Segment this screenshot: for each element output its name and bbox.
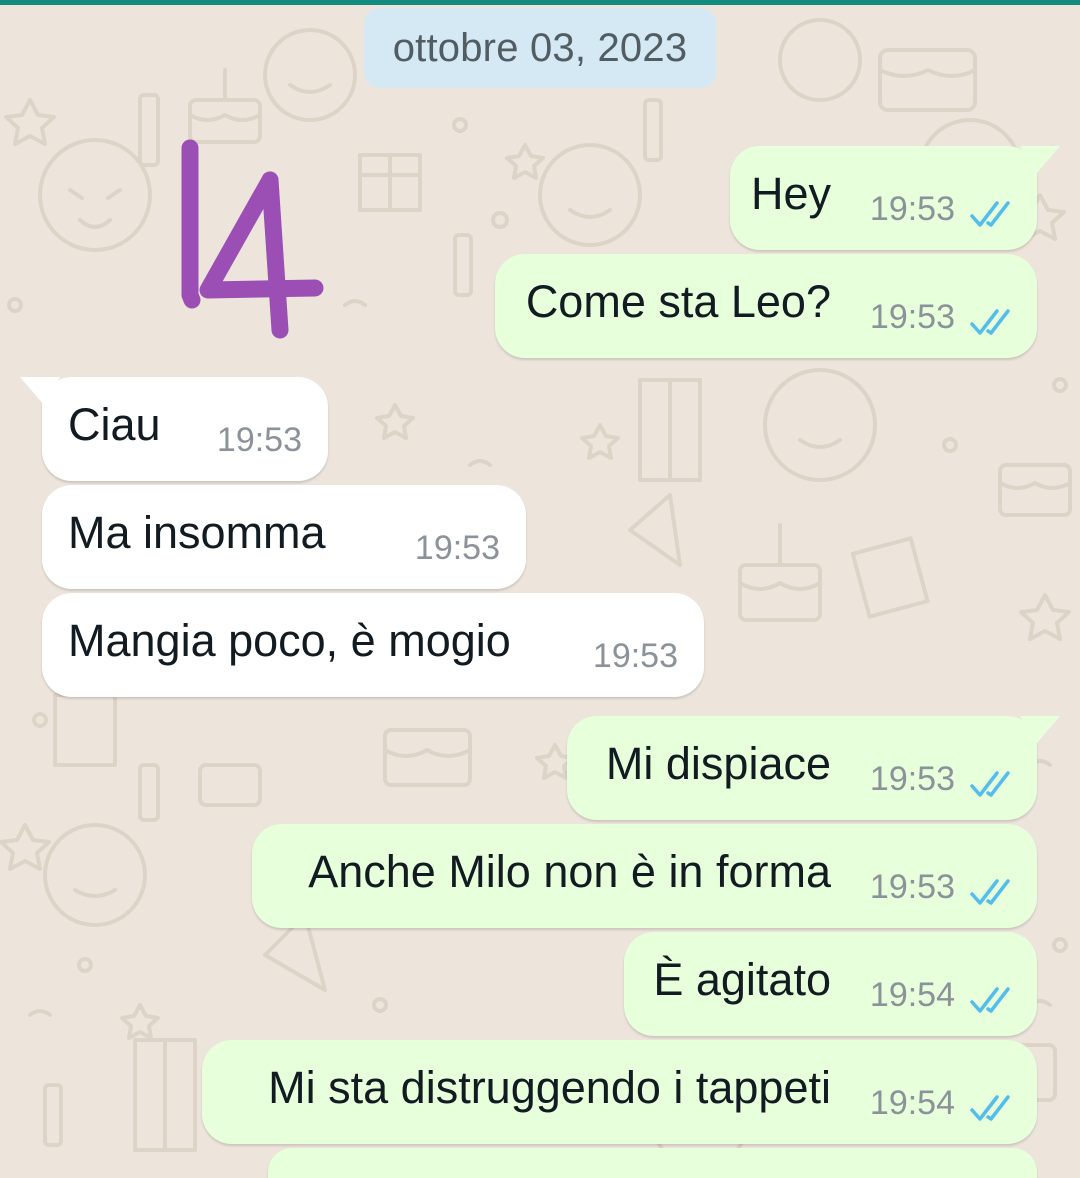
message-text: Anche Milo non è in forma: [308, 846, 831, 897]
message-time: 19:53: [216, 421, 302, 459]
message-bubble-outgoing[interactable]: Come sta Leo? 19:53: [495, 254, 1037, 358]
handwritten-annotation: 14: [181, 139, 324, 339]
message-time: 19:53: [869, 760, 955, 798]
message-time: 19:54: [869, 1084, 955, 1122]
double-check-icon: [970, 879, 1010, 905]
message-bubble-outgoing[interactable]: Hey 19:53: [730, 146, 1037, 250]
message-bubble-outgoing[interactable]: Mi sta distruggendo i tappeti 19:54: [202, 1040, 1037, 1144]
double-check-icon: [970, 771, 1010, 797]
message-bubble-incoming[interactable]: Mangia poco, è mogio 19:53: [42, 593, 704, 697]
message-text: Mi sta distruggendo i tappeti: [268, 1062, 831, 1113]
message-time: 19:54: [869, 976, 955, 1014]
double-check-icon: [970, 1095, 1010, 1121]
message-text: Hey: [750, 168, 831, 219]
message-time: 19:53: [414, 529, 500, 567]
bubble-tail-outgoing: [1020, 716, 1060, 744]
bubble-tail-outgoing: [1020, 146, 1060, 174]
date-separator-label: ottobre 03, 2023: [392, 25, 688, 70]
message-text: Mangia poco, è mogio: [68, 615, 511, 666]
message-bubble-outgoing[interactable]: È agitato 19:54: [624, 932, 1037, 1036]
date-separator: ottobre 03, 2023: [364, 8, 716, 88]
message-text: Mi dispiace: [605, 738, 831, 789]
message-time: 19:53: [592, 637, 678, 675]
message-bubble-outgoing[interactable]: Anche Milo non è in forma 19:53: [252, 824, 1037, 928]
message-text: Ma insomma: [68, 507, 326, 558]
double-check-icon: [970, 201, 1010, 227]
double-check-icon: [970, 987, 1010, 1013]
message-time: 19:53: [869, 298, 955, 336]
message-bubble-incoming[interactable]: Ma insomma 19:53: [42, 485, 526, 589]
message-bubble-outgoing-partial[interactable]: [268, 1148, 1037, 1178]
message-bubble-outgoing[interactable]: Mi dispiace 19:53: [567, 716, 1037, 820]
message-text: Come sta Leo?: [525, 276, 831, 327]
double-check-icon: [970, 309, 1010, 335]
message-text: È agitato: [653, 954, 831, 1005]
message-bubble-incoming[interactable]: Ciau 19:53: [42, 377, 328, 481]
bubble-tail-incoming: [20, 377, 60, 405]
message-time: 19:53: [869, 190, 955, 228]
message-time: 19:53: [869, 868, 955, 906]
message-text: Ciau: [68, 399, 161, 450]
